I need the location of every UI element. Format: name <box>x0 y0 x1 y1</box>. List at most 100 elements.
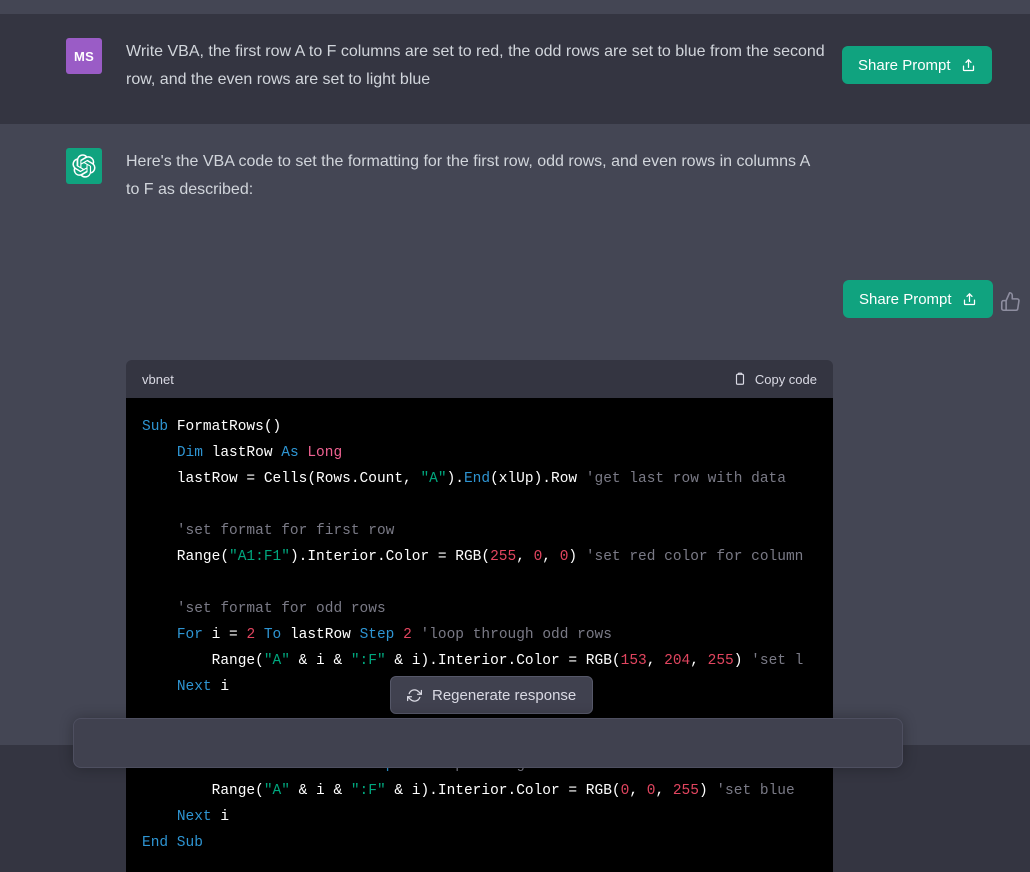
share-prompt-label: Share Prompt <box>859 291 952 308</box>
code-token: To <box>264 627 290 643</box>
code-token: ) <box>568 549 585 565</box>
code-token: Long <box>307 445 342 461</box>
user-message-text-container: Write VBA, the first row A to F columns … <box>126 38 836 94</box>
code-token: "A" <box>264 783 290 799</box>
code-token: 'set blue <box>716 783 794 799</box>
user-message-text: Write VBA, the first row A to F columns … <box>126 38 826 94</box>
code-token: "A1:F1" <box>229 549 290 565</box>
code-token <box>412 627 421 643</box>
code-token: 0 <box>621 783 630 799</box>
code-token: Sub <box>142 419 177 435</box>
code-line <box>142 570 817 596</box>
code-token: & i).Interior.Color = RGB( <box>386 783 621 799</box>
code-token: i <box>220 679 229 695</box>
share-prompt-button-user[interactable]: Share Prompt <box>842 46 992 84</box>
code-token <box>255 627 264 643</box>
code-token: 0 <box>647 783 656 799</box>
code-line: lastRow = Cells(Rows.Count, "A").End(xlU… <box>142 466 817 492</box>
code-token <box>142 809 177 825</box>
code-token: 2 <box>246 627 255 643</box>
code-token: i = <box>212 627 247 643</box>
code-token: , <box>647 653 664 669</box>
code-block-header: vbnet Copy code <box>126 360 833 398</box>
code-token: Range( <box>142 783 264 799</box>
code-token: 'set format for odd rows <box>177 601 386 617</box>
code-token: Range( <box>142 549 229 565</box>
code-token: , <box>629 783 646 799</box>
code-token <box>142 679 177 695</box>
share-prompt-button-assistant[interactable]: Share Prompt <box>843 280 993 318</box>
code-token: 'set format for first row <box>177 523 395 539</box>
regenerate-response-button[interactable]: Regenerate response <box>390 676 593 714</box>
code-token: 255 <box>673 783 699 799</box>
code-token: 153 <box>621 653 647 669</box>
previous-message-sliver <box>0 0 1030 14</box>
openai-logo-icon <box>72 154 96 178</box>
assistant-message-text-container: Here's the VBA code to set the formattin… <box>126 148 836 204</box>
share-icon <box>962 292 977 307</box>
code-token: ) <box>734 653 751 669</box>
code-token: ":F" <box>351 653 386 669</box>
regenerate-response-label: Regenerate response <box>432 687 576 704</box>
code-token: End <box>464 471 490 487</box>
code-token: 0 <box>534 549 543 565</box>
code-token: 2 <box>403 627 412 643</box>
code-token: , <box>655 783 672 799</box>
code-token: Next <box>177 679 221 695</box>
code-token: As <box>281 445 307 461</box>
code-token: lastRow <box>290 627 360 643</box>
code-token: End Sub <box>142 835 203 851</box>
share-prompt-label: Share Prompt <box>858 57 951 74</box>
code-token: ). <box>447 471 464 487</box>
code-token: lastRow <box>212 445 282 461</box>
code-token: & i & <box>290 783 351 799</box>
code-line: For i = 2 To lastRow Step 2 'loop throug… <box>142 622 817 648</box>
code-token: For <box>177 627 212 643</box>
code-token <box>142 601 177 617</box>
code-line: 'set format for first row <box>142 518 817 544</box>
code-token: ) <box>699 783 716 799</box>
code-token: "A" <box>264 653 290 669</box>
message-composer <box>73 718 903 768</box>
code-token <box>142 523 177 539</box>
assistant-message-row: Here's the VBA code to set the formattin… <box>0 124 1030 745</box>
code-token <box>142 627 177 643</box>
code-token: 'set red color for column <box>586 549 804 565</box>
code-token: , <box>690 653 707 669</box>
code-line <box>142 492 817 518</box>
share-icon <box>961 58 976 73</box>
code-token: FormatRows() <box>177 419 281 435</box>
code-token: 'set l <box>751 653 803 669</box>
thumbs-up-icon[interactable] <box>1000 290 1022 312</box>
code-token: , <box>542 549 559 565</box>
code-token: 204 <box>664 653 690 669</box>
code-line: Sub FormatRows() <box>142 414 817 440</box>
copy-code-label: Copy code <box>755 372 817 387</box>
code-token: 255 <box>708 653 734 669</box>
code-line: Dim lastRow As Long <box>142 440 817 466</box>
user-avatar: MS <box>66 38 102 74</box>
refresh-icon <box>407 688 422 703</box>
code-token: "A" <box>420 471 446 487</box>
code-line: Range("A" & i & ":F" & i).Interior.Color… <box>142 648 817 674</box>
code-token: & i & <box>290 653 351 669</box>
code-block: vbnet Copy code Sub FormatRows() Dim las… <box>126 360 833 872</box>
code-language-label: vbnet <box>142 372 174 387</box>
assistant-message-text: Here's the VBA code to set the formattin… <box>126 148 826 204</box>
code-line: End Sub <box>142 830 817 856</box>
message-input[interactable] <box>74 719 902 767</box>
code-token <box>142 445 177 461</box>
code-token: ":F" <box>351 783 386 799</box>
clipboard-icon <box>733 372 747 386</box>
code-block-content[interactable]: Sub FormatRows() Dim lastRow As Long las… <box>126 398 833 872</box>
code-token: Dim <box>177 445 212 461</box>
code-token: lastRow = Cells(Rows.Count, <box>142 471 420 487</box>
assistant-avatar <box>66 148 102 184</box>
code-token: (xlUp).Row <box>490 471 586 487</box>
user-message-row: MS Write VBA, the first row A to F colum… <box>0 14 1030 124</box>
code-line: 'set format for odd rows <box>142 596 817 622</box>
code-line: Next i <box>142 804 817 830</box>
code-line: Range("A1:F1").Interior.Color = RGB(255,… <box>142 544 817 570</box>
code-token: Range( <box>142 653 264 669</box>
copy-code-button[interactable]: Copy code <box>733 372 817 387</box>
